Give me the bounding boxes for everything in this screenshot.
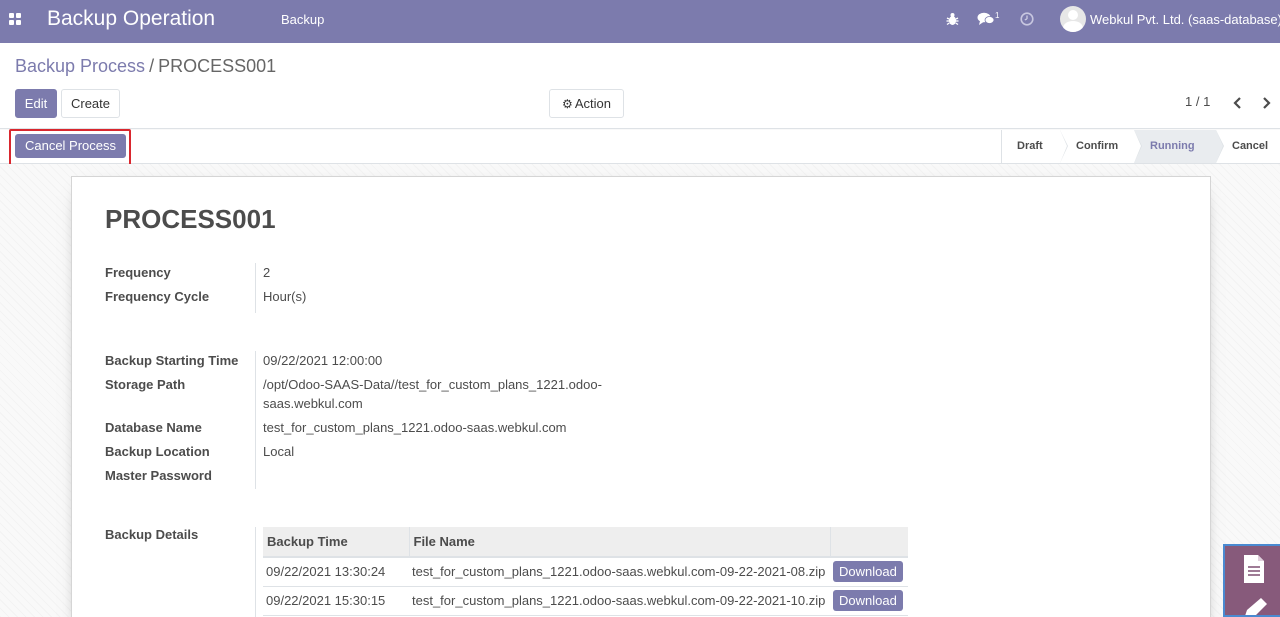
file-name-cell: test_for_custom_plans_1221.odoo-saas.web… — [409, 586, 830, 616]
avatar[interactable] — [1060, 6, 1086, 32]
breadcrumb-parent-link[interactable]: Backup Process — [15, 56, 145, 76]
clock-icon[interactable] — [1020, 12, 1034, 26]
chevron-left-icon[interactable] — [1232, 96, 1244, 110]
frequency-value[interactable]: 2 — [263, 263, 270, 282]
gear-icon: ⚙ — [562, 97, 573, 111]
column-header-actions — [830, 527, 908, 558]
table-row[interactable]: 09/22/2021 13:30:24 test_for_custom_plan… — [263, 557, 908, 587]
pencil-icon[interactable] — [1239, 596, 1269, 617]
storage-path-label: Storage Path — [105, 377, 186, 392]
field-group-divider — [255, 527, 256, 617]
breadcrumb-separator: / — [149, 56, 155, 76]
edit-button[interactable]: Edit — [15, 89, 57, 118]
breadcrumb: Backup Process / PROCESS001 — [15, 56, 276, 77]
field-group-divider — [255, 351, 256, 489]
action-dropdown-button[interactable]: ⚙ Action — [549, 89, 624, 118]
storage-path-value[interactable]: /opt/Odoo-SAAS-Data//test_for_custom_pla… — [263, 375, 602, 413]
download-button[interactable]: Download — [833, 590, 903, 611]
create-button[interactable]: Create — [61, 89, 120, 118]
file-name-cell: test_for_custom_plans_1221.odoo-saas.web… — [409, 557, 830, 587]
form-sheet: PROCESS001 Frequency 2 Frequency Cycle H… — [71, 176, 1211, 617]
table-header-row: Backup Time File Name — [263, 527, 908, 558]
backup-time-cell: 09/22/2021 13:30:24 — [263, 557, 409, 587]
floating-side-widget — [1223, 544, 1280, 617]
download-button[interactable]: Download — [833, 561, 903, 583]
chevron-right-icon[interactable] — [1260, 96, 1272, 110]
backup-location-label: Backup Location — [105, 444, 210, 459]
storage-path-line1: /opt/Odoo-SAAS-Data//test_for_custom_pla… — [263, 377, 602, 392]
chat-count-badge: 1 — [995, 11, 1000, 20]
bug-icon[interactable] — [946, 12, 959, 26]
download-cell: Download — [830, 586, 908, 616]
backup-details-table: Backup Time File Name 09/22/2021 13:30:2… — [263, 527, 908, 616]
frequency-cycle-label: Frequency Cycle — [105, 289, 210, 304]
menu-item-backup[interactable]: Backup — [281, 12, 324, 27]
master-password-label: Master Password — [105, 468, 212, 483]
stage-running-label: Running — [1150, 140, 1195, 152]
control-panel: Backup Process / PROCESS001 Edit Create ⚙ A… — [0, 43, 1280, 129]
action-label: Action — [574, 96, 611, 111]
stage-confirm[interactable]: Confirm — [1060, 130, 1142, 163]
backup-starting-time-label: Backup Starting Time — [105, 353, 239, 368]
frequency-label: Frequency — [105, 265, 171, 280]
database-name-value[interactable]: test_for_custom_plans_1221.odoo-saas.web… — [263, 418, 567, 437]
column-header-file-name[interactable]: File Name — [409, 527, 831, 558]
stage-cancel[interactable]: Cancel — [1216, 130, 1280, 163]
form-statusbar: Cancel Process Draft Confirm Running Can… — [0, 129, 1280, 167]
column-header-backup-time[interactable]: Backup Time — [263, 527, 410, 558]
backup-time-cell: 09/22/2021 15:30:15 — [263, 586, 409, 616]
frequency-cycle-value[interactable]: Hour(s) — [263, 287, 306, 306]
breadcrumb-current: PROCESS001 — [158, 56, 277, 76]
stage-running-active[interactable]: Running — [1134, 130, 1224, 163]
top-navbar: Backup Operation Backup 1 Webkul Pvt. Lt… — [0, 0, 1280, 43]
table-row[interactable]: 09/22/2021 15:30:15 test_for_custom_plan… — [263, 586, 908, 616]
apps-menu-icon[interactable] — [9, 13, 21, 25]
user-menu-name[interactable]: Webkul Pvt. Ltd. (saas-database) — [1090, 12, 1280, 27]
chat-icon[interactable] — [977, 12, 995, 26]
stage-confirm-label: Confirm — [1076, 140, 1119, 152]
pager-value[interactable]: 1 / 1 — [1185, 94, 1210, 109]
stage-draft-label: Draft — [1017, 140, 1043, 152]
record-title: PROCESS001 — [105, 204, 276, 234]
backup-location-value[interactable]: Local — [263, 442, 294, 461]
backup-details-label: Backup Details — [105, 527, 199, 542]
document-icon[interactable] — [1242, 554, 1266, 584]
field-group-divider — [255, 263, 256, 313]
status-stages: Draft Confirm Running Cancel — [1001, 130, 1280, 163]
cancel-process-button[interactable]: Cancel Process — [15, 134, 126, 158]
backup-starting-time-value[interactable]: 09/22/2021 12:00:00 — [263, 351, 382, 370]
download-cell: Download — [830, 557, 908, 587]
app-title[interactable]: Backup Operation — [47, 7, 215, 31]
stage-draft[interactable]: Draft — [1002, 130, 1068, 163]
database-name-label: Database Name — [105, 420, 202, 435]
stage-cancel-label: Cancel — [1232, 140, 1269, 152]
storage-path-line2: saas.webkul.com — [263, 396, 363, 411]
